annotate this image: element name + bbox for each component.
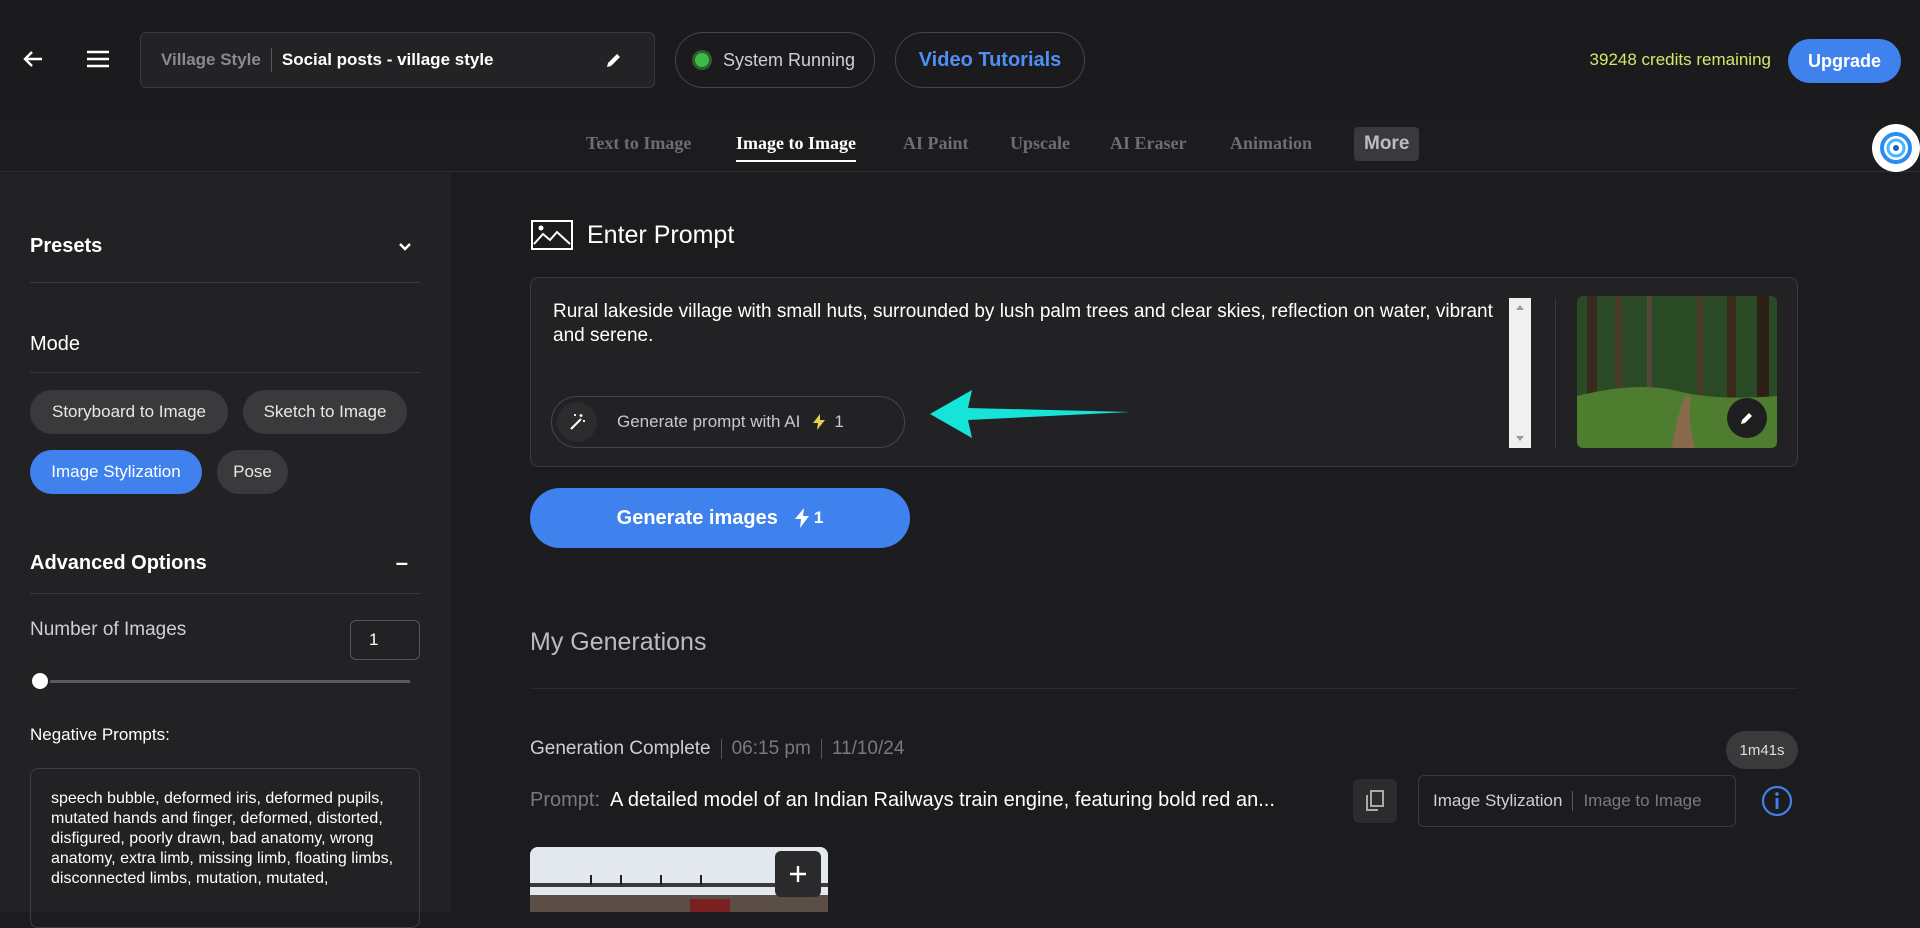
copy-prompt-button[interactable] — [1353, 779, 1397, 823]
edit-pencil-icon — [1741, 413, 1752, 424]
divider — [1555, 298, 1556, 448]
num-images-input[interactable]: 1 — [350, 620, 420, 660]
presets-header[interactable]: Presets — [30, 235, 420, 258]
video-tutorials-button[interactable]: Video Tutorials — [895, 32, 1085, 88]
tab-upscale[interactable]: Upscale — [1010, 133, 1070, 154]
enter-prompt-label: Enter Prompt — [587, 220, 735, 249]
prompt-label: Prompt: — [530, 789, 601, 811]
lightning-icon — [813, 414, 826, 430]
credits-remaining: 39248 credits remaining — [1589, 50, 1771, 69]
magic-wand-icon — [557, 402, 597, 442]
generation-prompt-text: A detailed model of an Indian Railways t… — [610, 789, 1275, 811]
lightning-icon — [794, 508, 809, 528]
my-generations-heading: My Generations — [530, 628, 707, 656]
scroll-down-icon[interactable] — [1509, 432, 1531, 446]
negative-prompts-label: Negative Prompts: — [30, 725, 170, 744]
mode-sketch-to-image[interactable]: Sketch to Image — [243, 390, 407, 434]
generation-date: 11/10/24 — [831, 738, 905, 759]
project-name[interactable]: Social posts - village style — [282, 50, 494, 70]
generation-status: Generation Complete — [530, 738, 711, 759]
advanced-options-header[interactable]: Advanced Options – — [30, 550, 420, 576]
status-text: System Running — [722, 49, 856, 70]
mode-section: Mode — [30, 333, 420, 356]
mode-tabs: Text to Image Image to Image AI Paint Up… — [0, 127, 1920, 172]
mode-label: Mode — [30, 333, 81, 355]
add-image-button[interactable] — [775, 851, 821, 897]
num-images-slider-track[interactable] — [40, 680, 410, 683]
generate-prompt-ai-cost: 1 — [834, 412, 844, 431]
tab-ai-eraser[interactable]: AI Eraser — [1110, 133, 1186, 154]
prompt-textarea[interactable]: Rural lakeside village with small huts, … — [553, 300, 1493, 348]
tab-image-to-image[interactable]: Image to Image — [736, 133, 856, 162]
collapse-minus-icon[interactable]: – — [396, 550, 408, 576]
generation-prompt-row: Prompt: A detailed model of an Indian Ra… — [530, 789, 1275, 812]
upgrade-button[interactable]: Upgrade — [1788, 39, 1901, 83]
edit-pencil-icon[interactable] — [604, 50, 624, 75]
mode-image-stylization[interactable]: Image Stylization — [30, 450, 202, 494]
crumb-separator — [270, 48, 272, 72]
tab-ai-paint[interactable]: AI Paint — [903, 133, 969, 154]
divider — [30, 372, 420, 373]
divider — [820, 739, 822, 759]
prompt-scrollbar[interactable] — [1509, 298, 1531, 448]
settings-sidebar: Presets Mode Storyboard to Image Sketch … — [0, 173, 451, 928]
divider — [530, 688, 1798, 689]
project-crumb[interactable]: Village Style — [161, 50, 261, 70]
image-landscape-icon — [531, 220, 573, 250]
tag-image-stylization: Image Stylization — [1433, 791, 1563, 810]
negative-prompts-textarea[interactable]: speech bubble, deformed iris, deformed p… — [30, 768, 420, 928]
system-status-pill: System Running — [675, 32, 875, 88]
duration-badge: 1m41s — [1726, 731, 1798, 769]
tag-image-to-image: Image to Image — [1583, 791, 1702, 810]
generated-image-thumbnail[interactable] — [530, 847, 828, 912]
video-tutorials-label: Video Tutorials — [918, 48, 1062, 71]
plus-icon — [790, 866, 806, 882]
generate-images-label: Generate images — [616, 506, 778, 529]
info-icon[interactable] — [1761, 785, 1793, 817]
presets-label: Presets — [30, 235, 103, 257]
num-images-label: Number of Images — [30, 619, 187, 640]
negative-prompts-row: Negative Prompts: — [30, 725, 420, 745]
tab-text-to-image[interactable]: Text to Image — [586, 133, 691, 154]
generation-tags: Image Stylization Image to Image — [1418, 775, 1736, 827]
divider — [720, 739, 722, 759]
scroll-up-icon[interactable] — [1509, 300, 1531, 314]
advanced-options-label: Advanced Options — [30, 551, 207, 574]
divider — [30, 282, 420, 283]
chevron-down-icon[interactable] — [398, 242, 412, 252]
divider — [1572, 791, 1574, 811]
menu-icon[interactable] — [82, 44, 114, 74]
generate-images-button[interactable]: Generate images 1 — [530, 488, 910, 548]
generate-prompt-ai-label: Generate prompt with AI — [617, 412, 801, 431]
generation-time: 06:15 pm — [731, 738, 811, 759]
num-images-slider-knob[interactable] — [30, 671, 50, 691]
project-title-box[interactable]: Village Style Social posts - village sty… — [140, 32, 655, 88]
enter-prompt-heading: Enter Prompt — [531, 220, 734, 250]
back-arrow-icon[interactable] — [18, 44, 48, 74]
edit-image-button[interactable] — [1727, 398, 1767, 438]
prompt-box: Rural lakeside village with small huts, … — [530, 277, 1798, 467]
generate-images-cost: 1 — [813, 508, 824, 527]
tab-animation[interactable]: Animation — [1230, 133, 1312, 154]
mode-storyboard-to-image[interactable]: Storyboard to Image — [30, 390, 228, 434]
mode-pose[interactable]: Pose — [217, 450, 288, 494]
assistant-logo-icon[interactable] — [1872, 124, 1920, 172]
copy-icon — [1366, 790, 1384, 811]
tab-more[interactable]: More — [1354, 127, 1420, 161]
reference-image[interactable] — [1577, 296, 1777, 448]
annotation-arrow — [930, 390, 1130, 438]
top-bar: Village Style Social posts - village sty… — [0, 0, 1920, 120]
generate-prompt-ai-button[interactable]: Generate prompt with AI 1 — [551, 396, 905, 448]
status-dot-icon — [694, 53, 709, 67]
divider — [30, 593, 420, 594]
generation-meta: Generation Complete 06:15 pm 11/10/24 — [530, 738, 904, 760]
